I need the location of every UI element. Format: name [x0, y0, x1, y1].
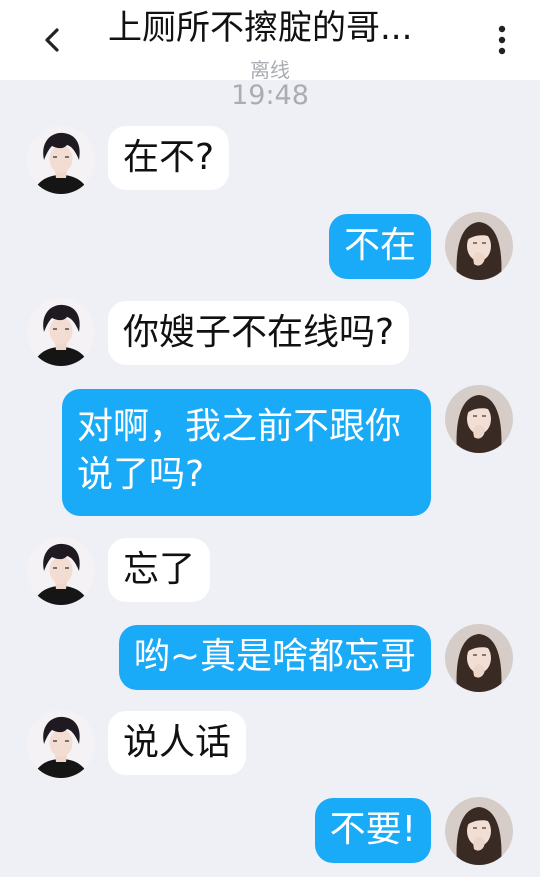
contact-avatar[interactable]	[27, 537, 95, 605]
my-avatar[interactable]	[445, 385, 513, 453]
online-status: 离线	[250, 58, 290, 82]
incoming-message-bubble[interactable]: 在不?	[108, 126, 230, 190]
contact-avatar[interactable]	[27, 298, 95, 366]
my-avatar[interactable]	[445, 797, 513, 865]
incoming-message-bubble[interactable]: 说人话	[108, 711, 247, 775]
outgoing-message-bubble[interactable]: 不在	[328, 214, 431, 279]
incoming-message-bubble[interactable]: 你嫂子不在线吗?	[108, 301, 410, 365]
my-avatar[interactable]	[445, 212, 513, 280]
chevron-left-icon	[45, 28, 59, 52]
back-button[interactable]	[30, 18, 74, 62]
contact-avatar[interactable]	[27, 710, 95, 778]
outgoing-message-bubble[interactable]: 对啊，我之前不跟你说了吗?	[62, 389, 431, 516]
outgoing-message-bubble[interactable]: 不要!	[314, 798, 431, 863]
chat-title: 上厕所不擦腚的哥...	[108, 8, 413, 48]
incoming-message-bubble[interactable]: 忘了	[108, 538, 211, 602]
outgoing-message-bubble[interactable]: 哟~真是啥都忘哥	[118, 625, 431, 690]
contact-avatar[interactable]	[27, 126, 95, 194]
my-avatar[interactable]	[445, 624, 513, 692]
more-options-button[interactable]	[484, 18, 520, 62]
message-timestamp: 19:48	[231, 80, 309, 111]
more-vertical-icon	[498, 25, 506, 55]
